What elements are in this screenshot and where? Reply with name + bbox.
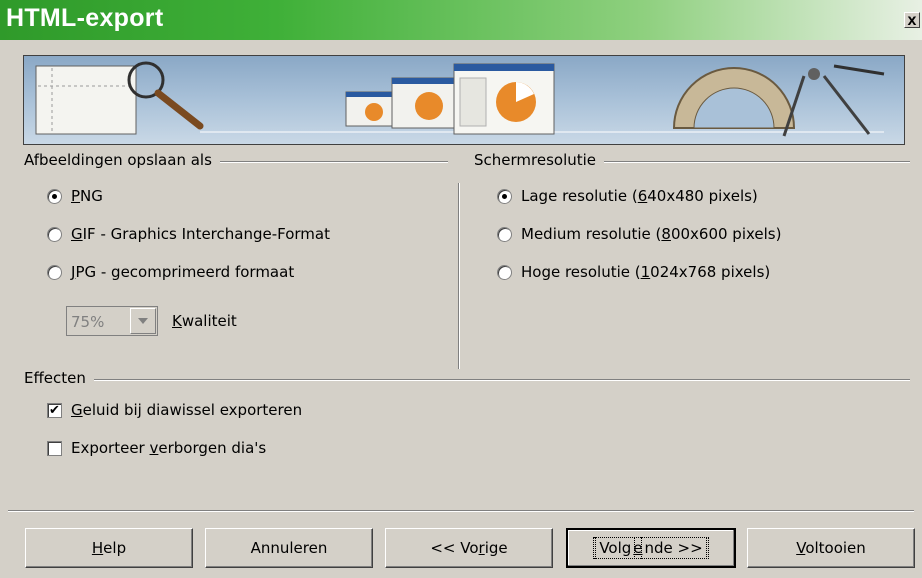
radio-jpg-label: JPG - gecomprimeerd formaat — [71, 263, 295, 281]
effects-group-line — [28, 379, 910, 381]
checkbox-hidden-slides[interactable]: Exporteer verborgen dia's — [47, 437, 266, 459]
window-title: HTML-export — [6, 4, 164, 32]
checkbox-hidden-slides-label: Exporteer verborgen dia's — [71, 439, 267, 457]
radio-low-resolution[interactable]: Lage resolutie (640x480 pixels) — [497, 185, 758, 207]
radio-gif-label: GIF - Graphics Interchange-Format — [71, 225, 330, 243]
quality-value: 75% — [71, 313, 105, 331]
radio-indicator[interactable] — [497, 226, 512, 242]
group-separator — [458, 183, 460, 369]
radio-gif[interactable]: GIF - Graphics Interchange-Format — [47, 223, 330, 245]
radio-low-resolution-label: Lage resolutie (640x480 pixels) — [521, 187, 758, 205]
radio-medium-resolution[interactable]: Medium resolutie (800x600 pixels) — [497, 223, 781, 245]
radio-indicator[interactable] — [497, 264, 512, 280]
next-button-label: Volg e nde >> — [593, 537, 709, 559]
title-bar: HTML-export x — [0, 0, 922, 40]
checkbox-transition-sound[interactable]: ✔ Geluid bij diawissel exporteren — [47, 399, 302, 421]
radio-jpg[interactable]: JPG - gecomprimeerd formaat — [47, 261, 294, 283]
close-button[interactable]: x — [904, 12, 920, 29]
radio-png-label: PNG — [71, 187, 103, 205]
radio-png[interactable]: PNG — [47, 185, 103, 207]
radio-high-resolution-label: Hoge resolutie (1024x768 pixels) — [521, 263, 771, 281]
radio-medium-resolution-label: Medium resolutie (800x600 pixels) — [521, 225, 782, 243]
checkbox-indicator[interactable]: ✔ — [47, 402, 62, 418]
chevron-down-icon[interactable] — [130, 308, 156, 334]
resolution-group-label: Schermresolutie — [474, 151, 605, 169]
quality-label: Kwaliteit — [172, 312, 237, 330]
radio-high-resolution[interactable]: Hoge resolutie (1024x768 pixels) — [497, 261, 770, 283]
finish-button[interactable]: Voltooien — [747, 528, 915, 568]
help-button[interactable]: Help — [25, 528, 193, 568]
back-button-label: << Vorige — [430, 539, 508, 557]
radio-indicator[interactable] — [47, 226, 62, 242]
next-button[interactable]: Volg e nde >> — [566, 528, 736, 568]
wizard-banner-image — [23, 55, 905, 145]
cancel-button[interactable]: Annuleren — [205, 528, 373, 568]
button-separator — [8, 510, 914, 512]
cancel-button-label: Annuleren — [250, 539, 328, 557]
checkbox-indicator[interactable] — [47, 440, 62, 456]
radio-indicator[interactable] — [47, 188, 62, 204]
back-button[interactable]: << Vorige — [385, 528, 553, 568]
radio-indicator[interactable] — [47, 264, 62, 280]
images-group-label: Afbeeldingen opslaan als — [24, 151, 220, 169]
help-button-label: Help — [91, 539, 127, 557]
radio-indicator[interactable] — [497, 188, 512, 204]
quality-dropdown[interactable]: 75% — [66, 306, 158, 336]
effects-group-label: Effecten — [24, 369, 94, 387]
checkbox-transition-sound-label: Geluid bij diawissel exporteren — [71, 401, 303, 419]
finish-button-label: Voltooien — [796, 539, 866, 557]
